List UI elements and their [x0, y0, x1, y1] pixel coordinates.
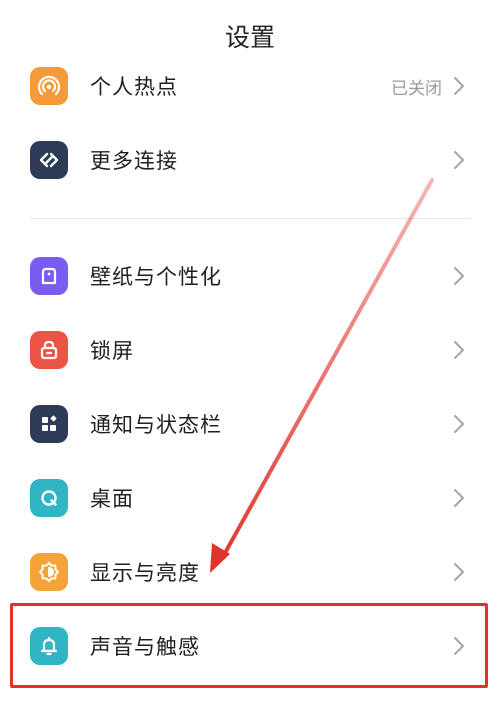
- settings-item-label: 锁屏: [90, 339, 134, 363]
- settings-item-lockscreen[interactable]: 锁屏: [0, 320, 500, 380]
- brightness-icon: [30, 553, 68, 591]
- settings-item-notifications[interactable]: 通知与状态栏: [0, 394, 500, 454]
- settings-item-label: 壁纸与个性化: [90, 265, 222, 289]
- chevron-right-icon: [452, 339, 466, 361]
- settings-item-label: 显示与亮度: [90, 561, 200, 585]
- page-title: 设置: [224, 23, 275, 52]
- theme-icon: [30, 257, 68, 295]
- chevron-right-icon: [452, 265, 466, 287]
- chevron-right-icon: [452, 75, 466, 97]
- settings-item-display[interactable]: 显示与亮度: [0, 542, 500, 602]
- settings-item-desktop[interactable]: 桌面: [0, 468, 500, 528]
- settings-item-label: 个人热点: [90, 75, 178, 99]
- grid-icon: [30, 405, 68, 443]
- chevron-right-icon: [452, 413, 466, 435]
- settings-item-hotspot[interactable]: 个人热点 已关闭: [0, 56, 500, 116]
- chevron-right-icon: [452, 149, 466, 171]
- settings-item-more-connections[interactable]: 更多连接: [0, 130, 500, 190]
- settings-item-wallpaper[interactable]: 壁纸与个性化: [0, 246, 500, 306]
- settings-item-label: 更多连接: [90, 149, 178, 173]
- section-divider: [30, 218, 470, 219]
- highlight-box: [10, 603, 488, 688]
- chevron-right-icon: [452, 487, 466, 509]
- lock-icon: [30, 331, 68, 369]
- link-icon: [30, 141, 68, 179]
- chevron-right-icon: [452, 561, 466, 583]
- home-icon: [30, 479, 68, 517]
- status-text: 已关闭: [391, 78, 442, 99]
- hotspot-icon: [30, 67, 68, 105]
- settings-item-label: 通知与状态栏: [90, 413, 222, 437]
- settings-item-label: 桌面: [90, 487, 134, 511]
